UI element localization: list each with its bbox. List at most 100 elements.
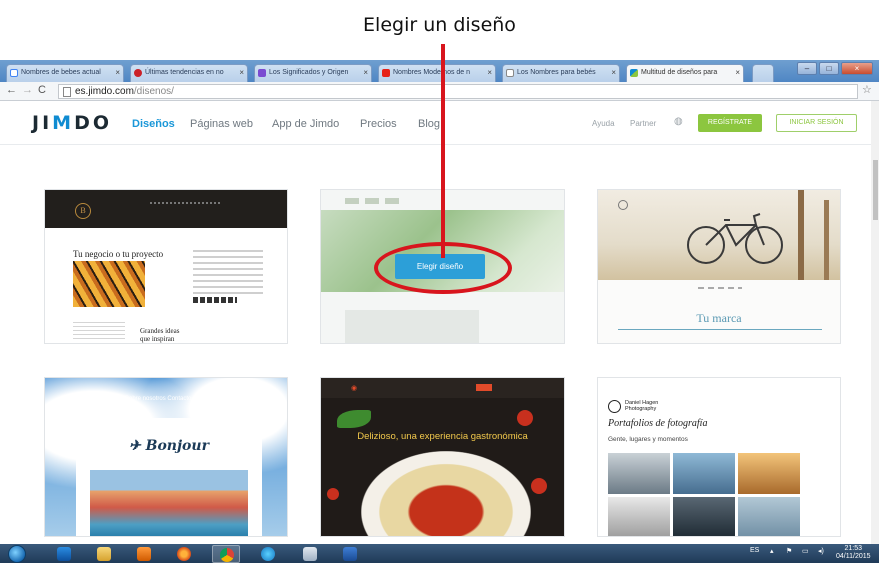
template-card-restaurant[interactable]: ◉ Delizioso, una experiencia gastronómic… — [320, 377, 565, 537]
taskbar-app[interactable] — [254, 545, 282, 563]
template-brand: Daniel Hagen Photography — [625, 400, 659, 412]
template-badge: B — [75, 203, 91, 219]
divider — [618, 329, 822, 330]
pasta-dish-image — [361, 451, 531, 536]
clock-app-icon — [261, 547, 275, 561]
nav-disenos[interactable]: Diseños — [132, 118, 175, 130]
google-icon — [10, 69, 18, 77]
photo-thumbnail — [738, 497, 800, 536]
media-icon — [137, 547, 151, 561]
pinterest-icon — [134, 69, 142, 77]
taskbar-app[interactable] — [50, 545, 78, 563]
reload-icon[interactable]: C — [38, 84, 46, 96]
taskbar-app[interactable] — [212, 545, 240, 563]
tab-tendencias[interactable]: Últimas tendencias en no × — [130, 64, 248, 82]
login-button[interactable]: INICIAR SESIÓN — [776, 114, 857, 132]
site-header: JIMDO Diseños Páginas web App de Jimdo P… — [0, 101, 879, 145]
nav-blog[interactable]: Blog — [418, 118, 440, 130]
tab-significados[interactable]: Los Significados y Origen × — [254, 64, 372, 82]
site-icon — [258, 69, 266, 77]
template-card-business[interactable]: B Tu negocio o tu proyecto Grandes ideas… — [44, 189, 288, 344]
tab-nombres-bebes[interactable]: Nombres de bebes actual × — [6, 64, 124, 82]
scrollbar-thumb[interactable] — [873, 160, 878, 220]
tab-close-icon[interactable]: × — [735, 68, 740, 77]
tab-close-icon[interactable]: × — [239, 68, 244, 77]
firefox-icon — [177, 547, 191, 561]
page-icon — [63, 87, 71, 97]
url-path: /disenos/ — [133, 86, 174, 97]
template-content-block — [345, 310, 479, 343]
back-arrow-icon[interactable]: ← — [6, 84, 17, 96]
template-text-lines — [73, 322, 125, 340]
template-nav: Sobre nosotros Contacto — [125, 396, 192, 402]
tab-close-icon[interactable]: × — [487, 68, 492, 77]
network-icon[interactable]: ▭ — [802, 547, 809, 555]
chrome-icon — [220, 548, 234, 562]
nav-app-jimdo[interactable]: App de Jimdo — [272, 118, 339, 130]
taskbar-app[interactable] — [130, 545, 158, 563]
url-domain: es.jimdo.com — [75, 86, 134, 97]
tab-nombres-para-bebes[interactable]: Los Nombres para bebés × — [502, 64, 620, 82]
taskbar-app[interactable] — [90, 545, 118, 563]
template-card-bicycle[interactable]: Tu marca — [597, 189, 841, 344]
taskbar-clock[interactable]: 21:53 04/11/2015 — [836, 545, 871, 561]
template-header: ◉ — [321, 378, 564, 398]
taskbar-app[interactable] — [170, 545, 198, 563]
maximize-icon[interactable]: □ — [819, 62, 839, 75]
camera-logo-icon — [608, 400, 621, 413]
taskbar-app[interactable] — [336, 545, 364, 563]
help-link[interactable]: Ayuda — [592, 119, 615, 128]
partner-link[interactable]: Partner — [630, 119, 656, 128]
template-title: Portafolios de fotografía — [608, 418, 708, 429]
start-button[interactable] — [8, 545, 26, 563]
screenshot: Elegir un diseño Nombres de bebes actual… — [0, 0, 879, 563]
tab-label: Los Nombres para bebés — [517, 69, 596, 76]
tab-close-icon[interactable]: × — [611, 68, 616, 77]
template-logo-icon — [618, 200, 628, 210]
globe-icon[interactable]: ◍ — [674, 116, 683, 127]
tray-arrow-icon[interactable]: ▴ — [770, 547, 774, 555]
template-title: ✈ Bonjour — [129, 438, 209, 454]
new-tab-button[interactable] — [752, 64, 774, 82]
volume-icon[interactable]: ◂) — [818, 547, 824, 555]
taskbar: ES ▴ ⚑ ▭ ◂) 21:53 04/11/2015 — [0, 544, 879, 563]
close-window-icon[interactable]: × — [841, 62, 873, 75]
template-card-photography[interactable]: Daniel Hagen Photography Portafolios de … — [597, 377, 841, 537]
tab-nombres-modernos[interactable]: Nombres Modernos de n × — [378, 64, 496, 82]
jimdo-logo[interactable]: JIMDO — [32, 112, 112, 134]
clock-date: 04/11/2015 — [836, 553, 871, 560]
tab-jimdo-disenos[interactable]: Multitud de diseños para × — [626, 64, 744, 83]
minimize-icon[interactable]: – — [797, 62, 817, 75]
photo-thumbnail — [673, 453, 735, 494]
nav-paginas-web[interactable]: Páginas web — [190, 118, 253, 130]
forward-arrow-icon[interactable]: → — [22, 84, 33, 96]
photo-thumbnail — [738, 453, 800, 494]
annotation-highlight-ellipse — [374, 242, 512, 294]
files-icon — [303, 547, 317, 561]
tab-close-icon[interactable]: × — [115, 68, 120, 77]
language-indicator[interactable]: ES — [750, 547, 759, 554]
address-bar-row: ← → C es.jimdo.com/disenos/ ☆ — [0, 82, 879, 101]
register-button[interactable]: REGÍSTRATE — [698, 114, 762, 132]
template-subtitle: Gente, lugares y momentos — [608, 436, 688, 443]
photo-grid — [608, 453, 800, 536]
window-controls: – □ × — [797, 62, 873, 76]
template-brand: Tu marca — [696, 311, 742, 325]
photo-thumbnail — [608, 453, 670, 494]
flag-icon[interactable]: ⚑ — [786, 547, 792, 555]
bookmark-star-icon[interactable]: ☆ — [862, 83, 872, 96]
tab-close-icon[interactable]: × — [363, 68, 368, 77]
tab-label: Nombres de bebes actual — [21, 69, 101, 76]
logo-mark: M — [52, 112, 75, 134]
template-tagline: Delizioso, una experiencia gastronómica — [357, 431, 528, 442]
taskbar-app[interactable] — [296, 545, 324, 563]
clock-time: 21:53 — [844, 545, 863, 552]
page-icon — [506, 69, 514, 77]
template-logo-icon: ◉ — [351, 385, 358, 392]
template-card-travel[interactable]: Sobre nosotros Contacto ✈ Bonjour — [44, 377, 288, 537]
tab-label: Los Significados y Origen — [269, 69, 349, 76]
tomato-image — [517, 410, 533, 426]
bicycle-illustration — [687, 190, 829, 280]
nav-precios[interactable]: Precios — [360, 118, 397, 130]
url-input[interactable]: es.jimdo.com/disenos/ — [58, 84, 858, 99]
